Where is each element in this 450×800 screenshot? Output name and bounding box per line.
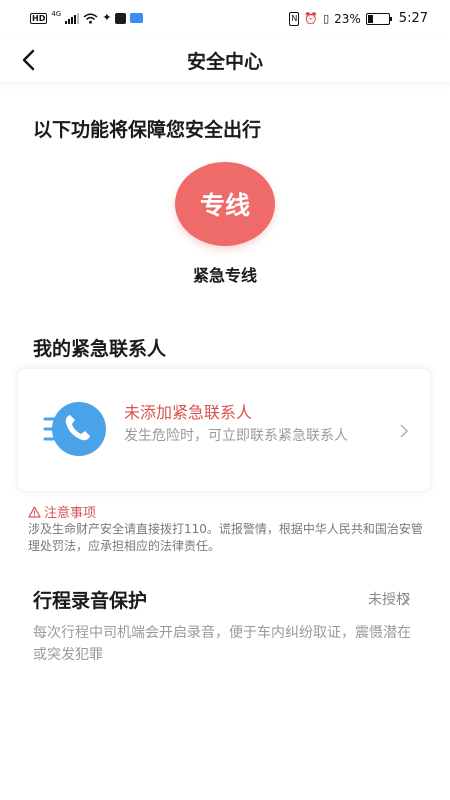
nav-bar: 安全中心 <box>0 38 450 82</box>
wifi-icon <box>83 13 98 24</box>
page-title: 安全中心 <box>186 51 263 73</box>
notice-title-text: 注意事项 <box>44 506 97 521</box>
network-label: 4G <box>51 10 62 18</box>
recording-description: 每次行程中司机端会开启录音，便于车内纠纷取证，震慑潜在或突发犯罪 <box>33 625 411 663</box>
recording-section-title: 行程录音保护 <box>33 590 148 612</box>
safety-center-screen: HD 4G ✦ N ⏰ ▯ 23% 5:27 安全中心 以下功能将保障您安全出行… <box>0 0 450 800</box>
contacts-section-title: 我的紧急联系人 <box>33 338 167 360</box>
battery-icon <box>365 12 392 25</box>
warning-icon <box>28 505 41 518</box>
puzzle-icon: ✦ <box>102 11 112 24</box>
app-badge-icon <box>130 13 144 23</box>
battery-fill <box>367 14 373 23</box>
status-bar: HD 4G ✦ N ⏰ ▯ 23% 5:27 <box>0 0 450 38</box>
notice-body: 涉及生命财产安全请直接拨打110。谎报警情，根据中华人民共和国治安管理处罚法，应… <box>28 522 423 553</box>
clock-time: 5:27 <box>398 11 428 26</box>
emergency-contact-card[interactable]: 未添加紧急联系人 发生危险时，可立即联系紧急联系人 <box>18 369 430 491</box>
features-section-title: 以下功能将保障您安全出行 <box>33 119 262 141</box>
contact-card-description: 发生危险时，可立即联系紧急联系人 <box>124 428 348 444</box>
chevron-right-icon <box>400 424 408 438</box>
contact-card-title: 未添加紧急联系人 <box>124 403 253 422</box>
battery-percent: 23% <box>334 11 361 26</box>
phone-icon <box>43 402 106 456</box>
status-bar-left: HD 4G ✦ <box>30 10 144 24</box>
alarm-icon: ⏰ <box>304 11 319 25</box>
app-notification-icon <box>115 12 127 24</box>
nfc-icon: N <box>289 11 300 26</box>
signal-icon <box>65 12 80 24</box>
notice-title: 注意事项 <box>28 502 96 521</box>
status-bar-right: N ⏰ ▯ 23% 5:27 <box>289 11 428 26</box>
hd-badge: HD <box>30 12 48 24</box>
emergency-hotline-button[interactable]: 专线 <box>175 162 275 246</box>
recording-chevron-right-icon[interactable] <box>400 591 412 607</box>
vibrate-icon: ▯ <box>323 11 330 25</box>
hotline-label: 紧急专线 <box>192 266 257 285</box>
hotline-button-label: 专线 <box>199 191 250 220</box>
